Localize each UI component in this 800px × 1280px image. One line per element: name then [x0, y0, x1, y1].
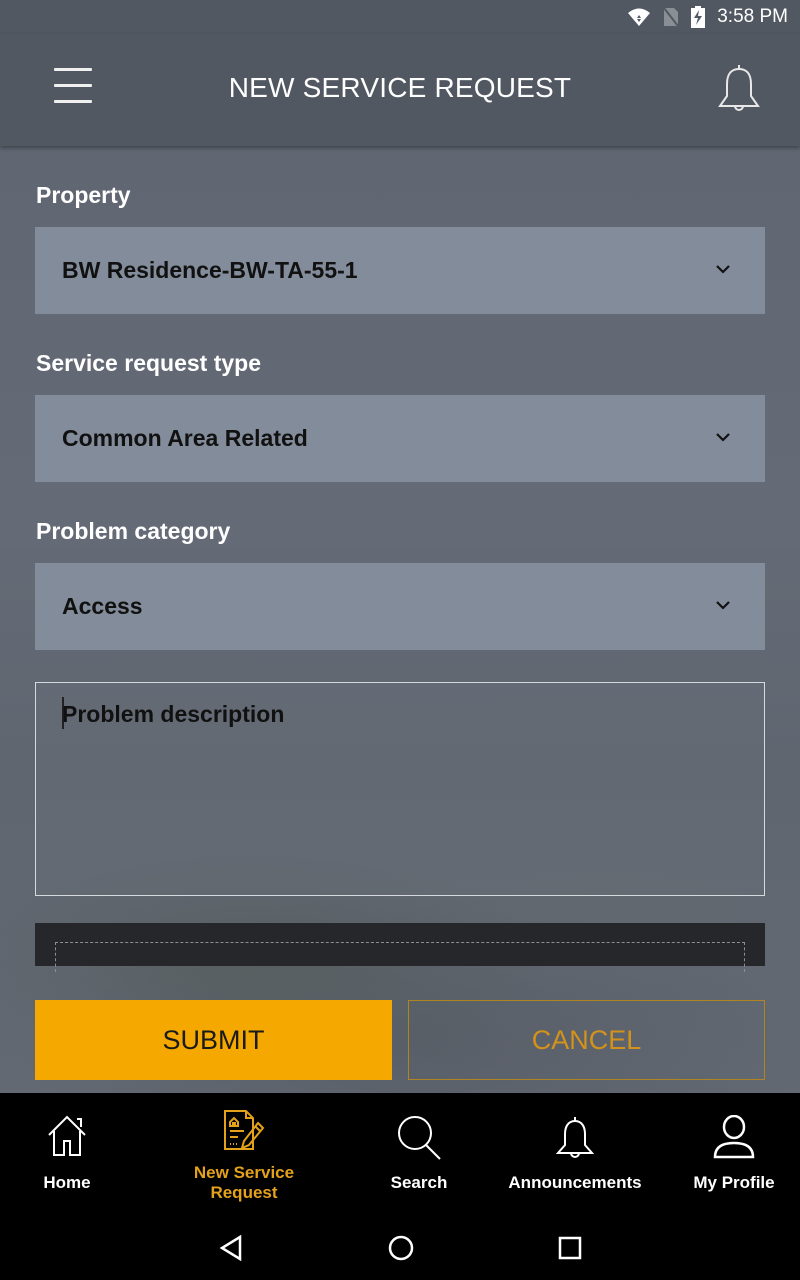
wifi-icon — [627, 7, 651, 27]
search-icon — [398, 1116, 441, 1160]
status-bar: 3:58 PM — [0, 0, 800, 34]
nav-label-my-profile: My Profile — [693, 1173, 775, 1192]
nav-label-announcements: Announcements — [508, 1173, 642, 1192]
cancel-button[interactable]: CANCEL — [408, 1000, 765, 1080]
bell-icon — [555, 1117, 595, 1158]
app-bar: NEW SERVICE REQUEST — [0, 34, 800, 146]
nav-item-announcements[interactable]: Announcements — [505, 1093, 645, 1216]
status-time: 3:58 PM — [717, 6, 788, 27]
problem-category-label: Problem category — [36, 518, 231, 544]
attachment-dashed-border — [55, 942, 745, 972]
back-icon[interactable] — [218, 1234, 244, 1262]
problem-description-placeholder: Problem description — [62, 701, 285, 727]
bell-icon[interactable] — [716, 62, 762, 116]
nav-item-new-service-request[interactable]: New Service Request — [174, 1093, 314, 1216]
attachment-drop-area[interactable] — [35, 923, 765, 972]
nav-label-search: Search — [390, 1173, 448, 1192]
user-icon — [713, 1115, 755, 1159]
property-label: Property — [36, 182, 131, 208]
problem-category-select[interactable]: Access — [35, 563, 765, 650]
chevron-down-icon — [716, 433, 730, 442]
home-circle-icon[interactable] — [387, 1234, 415, 1262]
nav-item-home[interactable]: Home — [17, 1093, 117, 1216]
nav-item-search[interactable]: Search — [369, 1093, 469, 1216]
nav-label-home: Home — [43, 1173, 91, 1192]
problem-description-input[interactable]: Problem description — [35, 682, 765, 896]
nav-label-new-service-request: New Service Request — [174, 1163, 314, 1203]
home-icon — [48, 1115, 86, 1156]
service-request-type-label: Service request type — [36, 350, 262, 376]
system-navigation-bar — [0, 1216, 800, 1280]
no-sim-icon — [663, 7, 680, 27]
nav-label-text: New Service Request — [193, 1163, 295, 1202]
chevron-down-icon — [716, 601, 730, 610]
service-request-type-select[interactable]: Common Area Related — [35, 395, 765, 482]
service-request-document-icon — [224, 1110, 265, 1150]
chevron-down-icon — [716, 265, 730, 274]
recents-icon[interactable] — [558, 1236, 582, 1260]
problem-category-value: Access — [62, 593, 143, 619]
submit-button[interactable]: SUBMIT — [35, 1000, 392, 1080]
property-value: BW Residence-BW-TA-55-1 — [62, 257, 358, 283]
page-title: NEW SERVICE REQUEST — [228, 72, 572, 103]
bottom-navigation: Home New Service Request Search Announce… — [0, 1093, 800, 1216]
property-select[interactable]: BW Residence-BW-TA-55-1 — [35, 227, 765, 314]
service-request-type-value: Common Area Related — [62, 425, 308, 451]
nav-item-my-profile[interactable]: My Profile — [684, 1093, 784, 1216]
battery-charging-icon — [691, 6, 706, 28]
